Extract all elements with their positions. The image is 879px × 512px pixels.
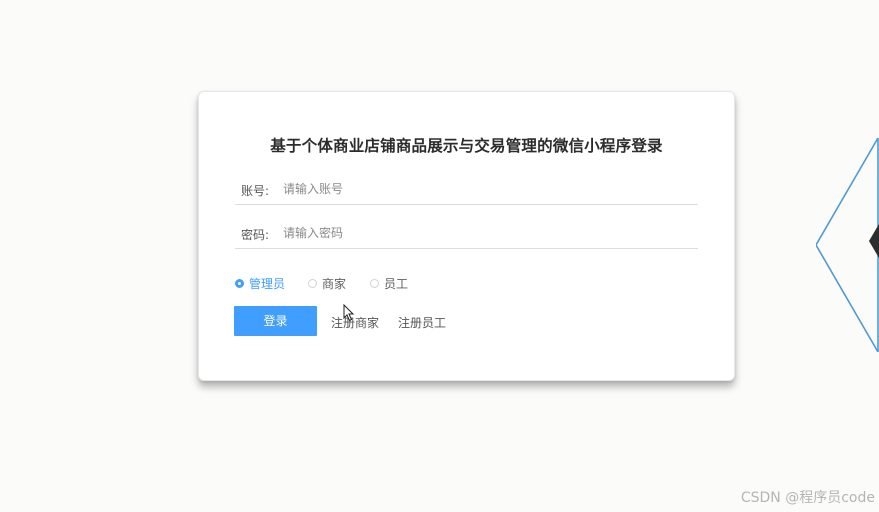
login-button[interactable]: 登录 <box>234 306 317 336</box>
account-input[interactable] <box>283 178 683 200</box>
role-merchant-label: 商家 <box>322 277 347 291</box>
register-staff-link[interactable]: 注册员工 <box>398 314 446 331</box>
role-staff-label: 员工 <box>384 277 409 291</box>
password-input[interactable] <box>283 222 683 244</box>
radio-icon <box>308 279 317 288</box>
login-card: 基于个体商业店铺商品展示与交易管理的微信小程序登录 账号: 密码: 管理员 商家… <box>198 91 735 381</box>
radio-icon <box>235 279 244 288</box>
register-merchant-link[interactable]: 注册商家 <box>331 314 379 331</box>
password-label: 密码: <box>241 228 270 242</box>
role-admin-radio[interactable]: 管理员 <box>235 275 285 292</box>
password-field: 密码: <box>235 220 698 249</box>
account-label: 账号: <box>241 184 270 198</box>
role-admin-label: 管理员 <box>249 277 286 291</box>
page-title: 基于个体商业店铺商品展示与交易管理的微信小程序登录 <box>270 137 663 155</box>
role-staff-radio[interactable]: 员工 <box>370 275 408 292</box>
mouse-cursor-icon <box>343 304 355 322</box>
role-merchant-radio[interactable]: 商家 <box>308 275 346 292</box>
watermark: CSDN @程序员code <box>740 490 875 506</box>
login-page: 基于个体商业店铺商品展示与交易管理的微信小程序登录 账号: 密码: 管理员 商家… <box>0 0 879 512</box>
diamond-decoration <box>816 138 879 352</box>
account-field: 账号: <box>235 176 698 205</box>
radio-icon <box>370 279 379 288</box>
